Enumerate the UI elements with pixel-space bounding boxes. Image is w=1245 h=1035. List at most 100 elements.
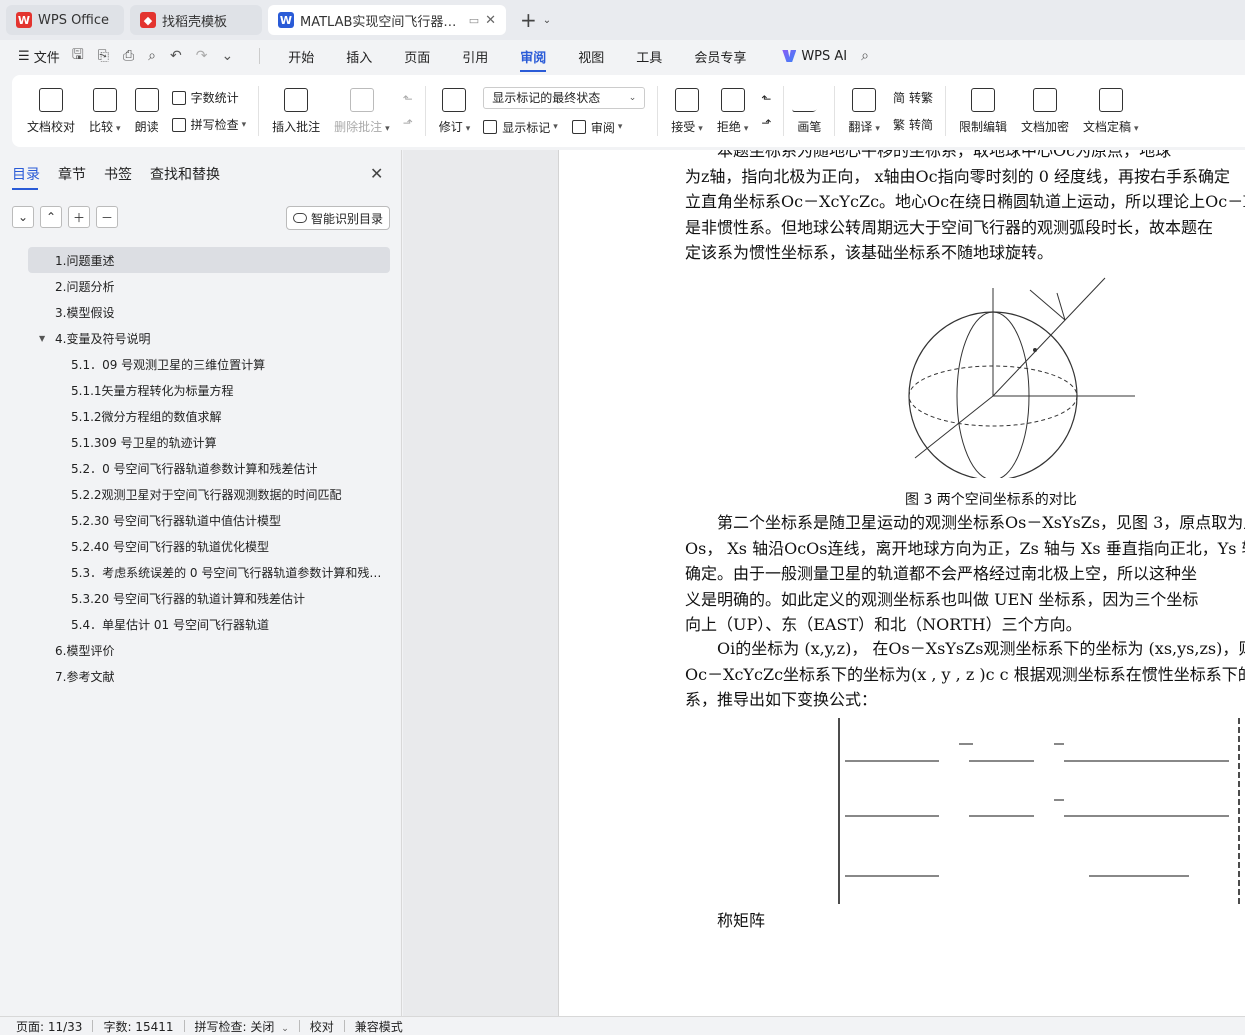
toc-item[interactable]: 5.1.2微分方程组的数值求解	[28, 403, 390, 429]
to-simplified-label: 转简	[908, 118, 933, 132]
show-markup-label: 显示标记	[502, 120, 551, 135]
nav-tools[interactable]: 工具	[636, 47, 662, 66]
quick-access-dropdown-icon[interactable]: ⌄	[221, 48, 233, 64]
add-heading-icon[interactable]: ＋	[68, 206, 90, 228]
toc-item-label: 3.模型假设	[55, 305, 115, 320]
undo-icon[interactable]: ↶	[170, 48, 182, 64]
doc-encrypt-label: 文档加密	[1021, 119, 1070, 134]
accept-button[interactable]: 接受 ▾	[671, 87, 703, 135]
comment-nav-group: ⬑ ⬏	[403, 92, 413, 130]
doc-finalize-icon	[1098, 87, 1123, 112]
doc-encrypt-icon	[1033, 87, 1057, 112]
text-line: 第二个坐标系是随卫星运动的观测坐标系Os－XsYsZs，见图 3，原点取为卫	[717, 513, 1245, 532]
reject-button[interactable]: 拒绝 ▾	[717, 87, 748, 135]
nav-insert[interactable]: 插入	[346, 47, 372, 66]
markup-state-dropdown[interactable]: 显示标记的最终状态 ⌄	[483, 86, 646, 109]
nav-page[interactable]: 页面	[404, 47, 430, 66]
next-comment-icon[interactable]: ⬏	[403, 116, 413, 130]
chevron-down-icon[interactable]: ⌄	[543, 15, 551, 26]
page-indicator[interactable]: 页面: 11/33	[16, 1018, 82, 1035]
toc-item[interactable]: 5.2.2观测卫星对于空间飞行器观测数据的时间匹配	[28, 481, 390, 507]
doc-encrypt-button[interactable]: 文档加密	[1021, 87, 1070, 135]
toc-item[interactable]: 1.问题重述	[28, 247, 390, 273]
review-pane-button[interactable]: 审阅 ▾	[571, 119, 622, 136]
previous-change-icon[interactable]: ⬑	[761, 92, 771, 106]
print-preview-icon[interactable]: ⌕	[148, 48, 156, 64]
collapse-up-icon[interactable]: ⌃	[40, 206, 62, 228]
search-icon[interactable]: ⌕	[861, 48, 869, 64]
restrict-edit-button[interactable]: 限制编辑	[958, 87, 1007, 135]
divider	[259, 48, 261, 64]
delete-comment-button[interactable]: 删除批注 ▾	[334, 87, 390, 135]
restrict-edit-label: 限制编辑	[958, 119, 1007, 134]
redo-icon[interactable]: ↷	[196, 48, 208, 64]
export-icon[interactable]: ⎘	[98, 48, 109, 64]
spell-check-button[interactable]: 拼写检查 ▾	[171, 116, 246, 133]
compare-icon	[92, 87, 117, 112]
toc-item-label: 5.3.20 号空间飞行器的轨道计算和残差估计	[71, 591, 305, 606]
nav-view[interactable]: 视图	[578, 47, 604, 66]
hamburger-menu-button[interactable]: ☰ 文件	[18, 47, 60, 66]
toc-item[interactable]: 5.4．单星估计 01 号空间飞行器轨道	[28, 611, 390, 637]
compare-button[interactable]: 比较 ▾	[89, 87, 121, 135]
close-pane-icon[interactable]: ✕	[370, 164, 383, 183]
new-tab-icon[interactable]: +	[520, 8, 537, 32]
word-count-indicator[interactable]: 字数: 15411	[103, 1018, 173, 1035]
toc-item[interactable]: 5.2.30 号空间飞行器轨道中值估计模型	[28, 507, 390, 533]
to-traditional-button[interactable]: 简转繁	[893, 89, 933, 106]
tab-docer-templates[interactable]: ◆ 找稻壳模板	[130, 5, 262, 35]
tab-find-replace[interactable]: 查找和替换	[150, 164, 220, 190]
toc-item[interactable]: 2.问题分析	[28, 273, 390, 299]
proofread-button[interactable]: 文档校对	[27, 87, 75, 135]
toc-item[interactable]: 5.2.40 号空间飞行器的轨道优化模型	[28, 533, 390, 559]
show-markup-button[interactable]: 显示标记 ▾	[483, 119, 558, 136]
word-count-button[interactable]: 字数统计	[171, 89, 247, 106]
smart-toc-button[interactable]: 智能识别目录	[286, 206, 390, 230]
toc-item[interactable]: 6.模型评价	[28, 637, 390, 663]
print-icon[interactable]: ⎙	[123, 48, 134, 64]
wps-ai-logo-icon	[782, 50, 797, 62]
close-tab-icon[interactable]: ✕	[485, 13, 496, 28]
to-simplified-button[interactable]: 繁转简	[893, 116, 933, 133]
read-aloud-icon	[134, 87, 159, 112]
remove-heading-icon[interactable]: －	[96, 206, 118, 228]
toc-item-label: 6.模型评价	[55, 643, 115, 658]
revise-button[interactable]: 修订 ▾	[439, 87, 470, 135]
nav-member[interactable]: 会员专享	[694, 47, 746, 66]
word-count-icon	[171, 90, 186, 105]
expand-down-icon[interactable]: ⌄	[12, 206, 34, 228]
toc-item[interactable]: 7.参考文献	[28, 663, 390, 689]
proof-indicator[interactable]: 校对	[310, 1018, 334, 1035]
toc-item[interactable]: 5.2．0 号空间飞行器轨道参数计算和残差估计	[28, 455, 390, 481]
toc-item[interactable]: 5.1．09 号观测卫星的三维位置计算	[28, 351, 390, 377]
translate-button[interactable]: 翻译 ▾	[848, 87, 880, 135]
toc-item-label: 1.问题重述	[55, 253, 115, 268]
save-icon[interactable]: 🖫	[72, 44, 84, 68]
delete-comment-icon	[349, 87, 374, 112]
expand-triangle-icon[interactable]: ▼	[39, 334, 49, 343]
tab-wps-office[interactable]: W WPS Office	[6, 5, 124, 35]
document-page[interactable]: 本题坐标系为随地心平移的坐标系，取地球中心Oc为原点，地球 为z轴，指向北极为正向…	[558, 150, 1245, 1016]
read-aloud-button[interactable]: 朗读	[134, 87, 159, 135]
tab-toc[interactable]: 目录	[12, 164, 40, 190]
spell-check-status[interactable]: 拼写检查: 关闭 ⌄	[195, 1018, 289, 1035]
navigation-pane: 目录 章节 书签 查找和替换 ✕ ⌄ ⌃ ＋ － 智能识别目录 1.问题重述 2.…	[0, 150, 402, 1016]
toc-item[interactable]: 5.1.1矢量方程转化为标量方程	[28, 377, 390, 403]
nav-review[interactable]: 审阅	[520, 47, 547, 72]
next-change-icon[interactable]: ⬏	[761, 116, 771, 130]
toc-item[interactable]: 3.模型假设	[28, 299, 390, 325]
toc-item[interactable]: ▼ 4.变量及符号说明	[28, 325, 390, 351]
wps-ai-button[interactable]: WPS AI	[782, 49, 847, 64]
nav-home[interactable]: 开始	[288, 47, 314, 66]
doc-finalize-button[interactable]: 文档定稿 ▾	[1083, 87, 1139, 135]
tab-bookmarks[interactable]: 书签	[104, 164, 132, 190]
toc-item[interactable]: 5.1.309 号卫星的轨迹计算	[28, 429, 390, 455]
nav-references[interactable]: 引用	[462, 47, 488, 66]
previous-comment-icon[interactable]: ⬑	[403, 92, 413, 106]
toc-item[interactable]: 5.3．考虑系统误差的 0 号空间飞行器轨道参数计算和残…	[28, 559, 390, 585]
tab-chapters[interactable]: 章节	[58, 164, 86, 190]
pen-button[interactable]: 画笔	[791, 87, 827, 135]
tab-document[interactable]: W MATLAB实现空间飞行器主动 ▭ ✕	[268, 5, 506, 35]
insert-comment-button[interactable]: 插入批注	[272, 87, 320, 135]
toc-item[interactable]: 5.3.20 号空间飞行器的轨道计算和残差估计	[28, 585, 390, 611]
